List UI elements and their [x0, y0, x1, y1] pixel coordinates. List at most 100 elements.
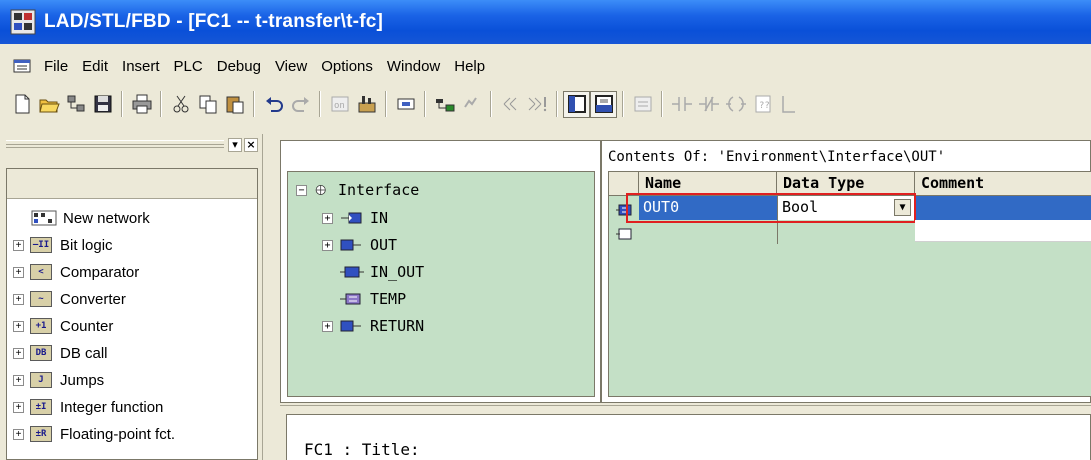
- new-icon[interactable]: [8, 91, 35, 118]
- integer-function-icon: ±I: [30, 399, 52, 415]
- next-icon[interactable]: [524, 91, 551, 118]
- list-item-comparator[interactable]: + < Comparator: [7, 259, 139, 285]
- pane-header: ▾ ×: [0, 134, 263, 156]
- expand-icon[interactable]: +: [322, 239, 333, 251]
- previous-icon[interactable]: [497, 91, 524, 118]
- tree-node-temp[interactable]: TEMP: [339, 287, 406, 311]
- document-icon[interactable]: [13, 59, 31, 73]
- empty-box-icon[interactable]: ??: [749, 91, 776, 118]
- svg-text:??: ??: [759, 101, 770, 111]
- tree-node-in-out[interactable]: IN_OUT: [339, 260, 424, 284]
- list-item-integer-function[interactable]: + ±I Integer function: [7, 394, 163, 420]
- nc-contact-icon[interactable]: [695, 91, 722, 118]
- in-parameter-icon: [341, 212, 362, 224]
- paste-icon[interactable]: [221, 91, 248, 118]
- download-icon[interactable]: [353, 91, 380, 118]
- expand-icon[interactable]: +: [13, 239, 24, 251]
- tree-node-label: IN_OUT: [370, 263, 425, 281]
- branch-icon[interactable]: [776, 91, 803, 118]
- tree-node-label: Interface: [338, 181, 420, 199]
- expand-icon[interactable]: +: [13, 320, 24, 332]
- network-icon[interactable]: [629, 91, 656, 118]
- expand-icon[interactable]: +: [13, 293, 24, 305]
- list-item-new-network[interactable]: New network: [31, 205, 150, 231]
- cell-comment[interactable]: [915, 196, 1091, 220]
- toolbar-separator: [424, 91, 426, 117]
- simulation-icon[interactable]: [431, 91, 458, 118]
- overview-icon[interactable]: [392, 91, 419, 118]
- list-item-label: New network: [63, 209, 150, 227]
- interface-tree: − Interface + IN + OUT IN_OUT TEMP + RET…: [287, 171, 595, 397]
- program-elements-icon[interactable]: [563, 90, 590, 118]
- menu-insert[interactable]: Insert: [115, 58, 167, 75]
- pane-close-button[interactable]: ×: [244, 138, 258, 152]
- list-item-bit-logic[interactable]: + –II Bit logic: [7, 232, 113, 258]
- menu-view[interactable]: View: [268, 58, 314, 75]
- monitor-icon[interactable]: [458, 91, 485, 118]
- expand-icon[interactable]: +: [13, 266, 24, 278]
- undo-icon[interactable]: [260, 91, 287, 118]
- declaration-table: Name Data Type Comment OUT0 Bool ▼: [608, 171, 1091, 397]
- db-call-icon: DB: [30, 345, 52, 361]
- menu-edit[interactable]: Edit: [75, 58, 115, 75]
- toolbar-separator: [160, 91, 162, 117]
- cut-icon[interactable]: [167, 91, 194, 118]
- pane-grip[interactable]: [6, 140, 224, 148]
- comparator-icon: <: [30, 264, 52, 280]
- network-title[interactable]: FC1 : Title:: [304, 440, 420, 459]
- accessible-nodes-icon[interactable]: [62, 91, 89, 118]
- in-out-parameter-icon: [340, 266, 364, 278]
- list-item-jumps[interactable]: + J Jumps: [7, 367, 104, 393]
- cell-comment-empty[interactable]: [915, 220, 1091, 242]
- contents-caption: Contents Of: 'Environment\Interface\OUT': [608, 149, 946, 165]
- list-item-floating-point[interactable]: + ±R Floating-point fct.: [7, 421, 175, 447]
- pane-dropdown-button[interactable]: ▾: [228, 138, 242, 152]
- list-item-converter[interactable]: + ~ Converter: [7, 286, 126, 312]
- expand-icon[interactable]: +: [13, 428, 24, 440]
- svg-text:on: on: [334, 101, 345, 111]
- tree-node-out[interactable]: + OUT: [322, 233, 397, 257]
- expand-icon[interactable]: +: [13, 347, 24, 359]
- list-header-band: [7, 169, 257, 199]
- tree-node-in[interactable]: + IN: [322, 206, 388, 230]
- list-item-label: Converter: [60, 290, 126, 308]
- menu-plc[interactable]: PLC: [167, 58, 210, 75]
- expand-icon[interactable]: +: [322, 320, 333, 332]
- menu-file[interactable]: File: [37, 58, 75, 75]
- list-item-label: DB call: [60, 344, 108, 362]
- list-item-db-call[interactable]: + DB DB call: [7, 340, 108, 366]
- menu-window[interactable]: Window: [380, 58, 447, 75]
- toolbar-separator: [385, 91, 387, 117]
- column-header-comment[interactable]: Comment: [915, 172, 1091, 196]
- list-item-label: Integer function: [60, 398, 164, 416]
- redo-icon[interactable]: [287, 91, 314, 118]
- window-title: LAD/STL/FBD - [FC1 -- t-transfer\t-fc]: [44, 11, 384, 32]
- expand-icon[interactable]: +: [13, 401, 24, 413]
- details-icon[interactable]: [590, 90, 617, 118]
- menu-debug[interactable]: Debug: [210, 58, 268, 75]
- list-item-counter[interactable]: + +1 Counter: [7, 313, 113, 339]
- counter-icon: +1: [30, 318, 52, 334]
- expand-icon[interactable]: +: [322, 212, 333, 224]
- menu-help[interactable]: Help: [447, 58, 492, 75]
- row-empty-icon[interactable]: [615, 228, 633, 240]
- temp-parameter-icon: [340, 293, 361, 305]
- open-icon[interactable]: [35, 91, 62, 118]
- no-contact-icon[interactable]: [668, 91, 695, 118]
- expand-icon[interactable]: +: [13, 374, 24, 386]
- menu-bar: File Edit Insert PLC Debug View Options …: [0, 55, 1091, 77]
- save-icon[interactable]: [89, 91, 116, 118]
- compare-icon[interactable]: on: [326, 91, 353, 118]
- code-pane: FC1 : Title:: [280, 405, 1091, 460]
- menu-options[interactable]: Options: [314, 58, 380, 75]
- toolbar-separator: [661, 91, 663, 117]
- collapse-icon[interactable]: −: [296, 184, 307, 196]
- copy-icon[interactable]: [194, 91, 221, 118]
- out-parameter-icon: [340, 239, 361, 251]
- coil-icon[interactable]: [722, 91, 749, 118]
- floating-point-icon: ±R: [30, 426, 52, 442]
- tree-node-return[interactable]: + RETURN: [322, 314, 424, 338]
- tree-node-interface[interactable]: − Interface: [296, 178, 419, 202]
- print-icon[interactable]: [128, 91, 155, 118]
- return-parameter-icon: [340, 320, 361, 332]
